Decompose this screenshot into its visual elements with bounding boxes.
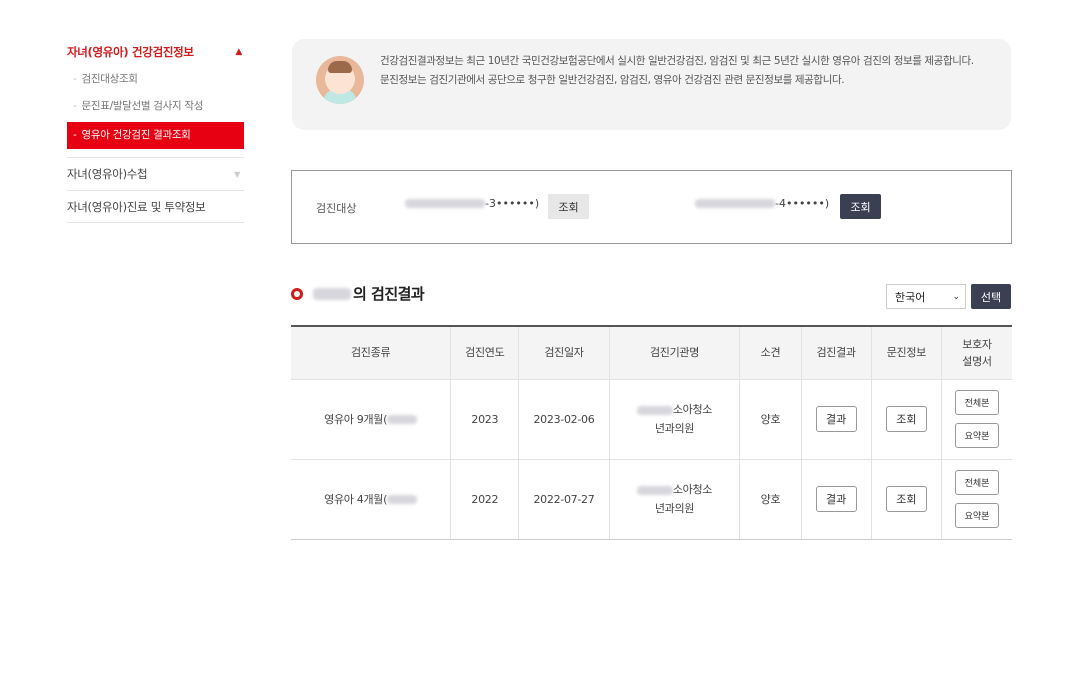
result-button[interactable]: 결과 — [815, 406, 857, 432]
redacted-info — [636, 485, 673, 495]
sidebar-item-questionnaire[interactable]: - 문진표/발달선별 검사지 작성 — [67, 93, 244, 120]
exam-result-cell: 결과 — [800, 459, 872, 540]
guide-cell: 전체본요약본 — [940, 379, 1012, 460]
dash-icon: - — [73, 73, 77, 85]
inquiry-button[interactable]: 조회 — [885, 406, 927, 432]
chevron-down-icon: ⌄ — [952, 291, 960, 302]
child-1-lookup-button[interactable]: 조회 — [548, 194, 589, 219]
result-button[interactable]: 결과 — [815, 486, 857, 512]
exam-result-cell: 결과 — [800, 379, 872, 460]
table-header-row: 검진종류 검진연도 검진일자 검진기관명 소견 검진결과 문진정보 보호자 설명… — [291, 326, 1012, 380]
guide-cell: 전체본요약본 — [940, 459, 1012, 540]
summary-guide-button[interactable]: 요약본 — [954, 423, 999, 448]
table-row: 영유아 4개월( 2022 2022-07-27 소아청소 년과의원 양호 결과 … — [291, 459, 1012, 540]
exam-date: 2022-07-27 — [518, 459, 610, 540]
sidebar-header-label: 자녀(영유아) 건강검진정보 — [67, 45, 194, 59]
target-label: 검진대상 — [316, 202, 357, 215]
inquiry-cell: 조회 — [870, 459, 942, 540]
info-text: 건강검진결과정보는 최근 10년간 국민건강보험공단에서 실시한 일반건강검진,… — [380, 52, 990, 90]
col-header: 검진종류 — [291, 326, 451, 380]
col-header: 보호자 설명서 — [940, 326, 1012, 380]
full-guide-button[interactable]: 전체본 — [954, 390, 999, 415]
table-row: 영유아 9개월( 2023 2023-02-06 소아청소 년과의원 양호 결과 … — [291, 379, 1012, 460]
chevron-up-icon: ▲ — [235, 47, 242, 57]
result-title: 의 검진결과 — [291, 283, 425, 304]
target-selector: 검진대상 -3••••••) 조회 -4••••••) 조회 — [291, 170, 1012, 244]
sidebar-item-treatment[interactable]: 자녀(영유아)진료 및 투약정보 — [67, 190, 244, 223]
inquiry-button[interactable]: 조회 — [885, 486, 927, 512]
redacted-info — [636, 405, 673, 415]
language-select[interactable]: 한국어 ⌄ — [886, 284, 966, 309]
sidebar-header[interactable]: 자녀(영유아) 건강검진정보 ▲ — [67, 38, 244, 66]
child-2-lookup-button[interactable]: 조회 — [840, 194, 881, 219]
info-line-1: 건강검진결과정보는 최근 10년간 국민건강보험공단에서 실시한 일반건강검진,… — [380, 55, 974, 67]
sidebar-item-result-lookup[interactable]: - 영유아 건강검진 결과조회 — [67, 122, 244, 149]
exam-type: 영유아 4개월( — [291, 459, 451, 540]
sidebar: 자녀(영유아) 건강검진정보 ▲ - 검진대상조회 - 문진표/발달선별 검사지 작… — [67, 38, 244, 223]
col-header: 검진일자 — [518, 326, 610, 380]
dash-icon: - — [73, 129, 77, 141]
exam-opinion: 양호 — [739, 379, 801, 460]
info-line-2: 문진정보는 검진기관에서 공단으로 청구한 일반건강검진, 암검진, 영유아 건… — [380, 74, 845, 86]
exam-date: 2023-02-06 — [518, 379, 610, 460]
results-table: 검진종류 검진연도 검진일자 검진기관명 소견 검진결과 문진정보 보호자 설명… — [291, 325, 1012, 540]
dash-icon: - — [73, 100, 77, 112]
summary-guide-button[interactable]: 요약본 — [954, 503, 999, 528]
redacted-name — [313, 287, 351, 300]
col-header: 문진정보 — [870, 326, 942, 380]
sidebar-item-handbook[interactable]: 자녀(영유아)수첩 ▼ — [67, 157, 244, 190]
exam-opinion: 양호 — [739, 459, 801, 540]
location-pin-icon — [291, 287, 303, 300]
exam-type: 영유아 9개월( — [291, 379, 451, 460]
exam-year: 2023 — [450, 379, 519, 460]
col-header: 검진기관명 — [608, 326, 740, 380]
sidebar-item-target-lookup[interactable]: - 검진대상조회 — [67, 66, 244, 93]
info-notice: 건강검진결과정보는 최근 10년간 국민건강보험공단에서 실시한 일반건강검진,… — [292, 39, 1011, 130]
chevron-down-icon: ▼ — [234, 169, 240, 179]
baby-avatar-icon — [316, 56, 364, 104]
redacted-name — [695, 199, 775, 208]
exam-org: 소아청소 년과의원 — [608, 459, 740, 540]
full-guide-button[interactable]: 전체본 — [954, 470, 999, 495]
exam-org: 소아청소 년과의원 — [608, 379, 740, 460]
col-header: 검진연도 — [450, 326, 519, 380]
redacted-info — [387, 495, 418, 504]
child-1-id: -3••••••) — [405, 197, 539, 210]
col-header: 검진결과 — [800, 326, 872, 380]
child-2-id: -4••••••) — [695, 197, 829, 210]
redacted-info — [387, 415, 418, 424]
redacted-name — [405, 199, 485, 208]
col-header: 소견 — [739, 326, 801, 380]
exam-year: 2022 — [450, 459, 519, 540]
inquiry-cell: 조회 — [870, 379, 942, 460]
language-select-button[interactable]: 선택 — [971, 284, 1011, 309]
